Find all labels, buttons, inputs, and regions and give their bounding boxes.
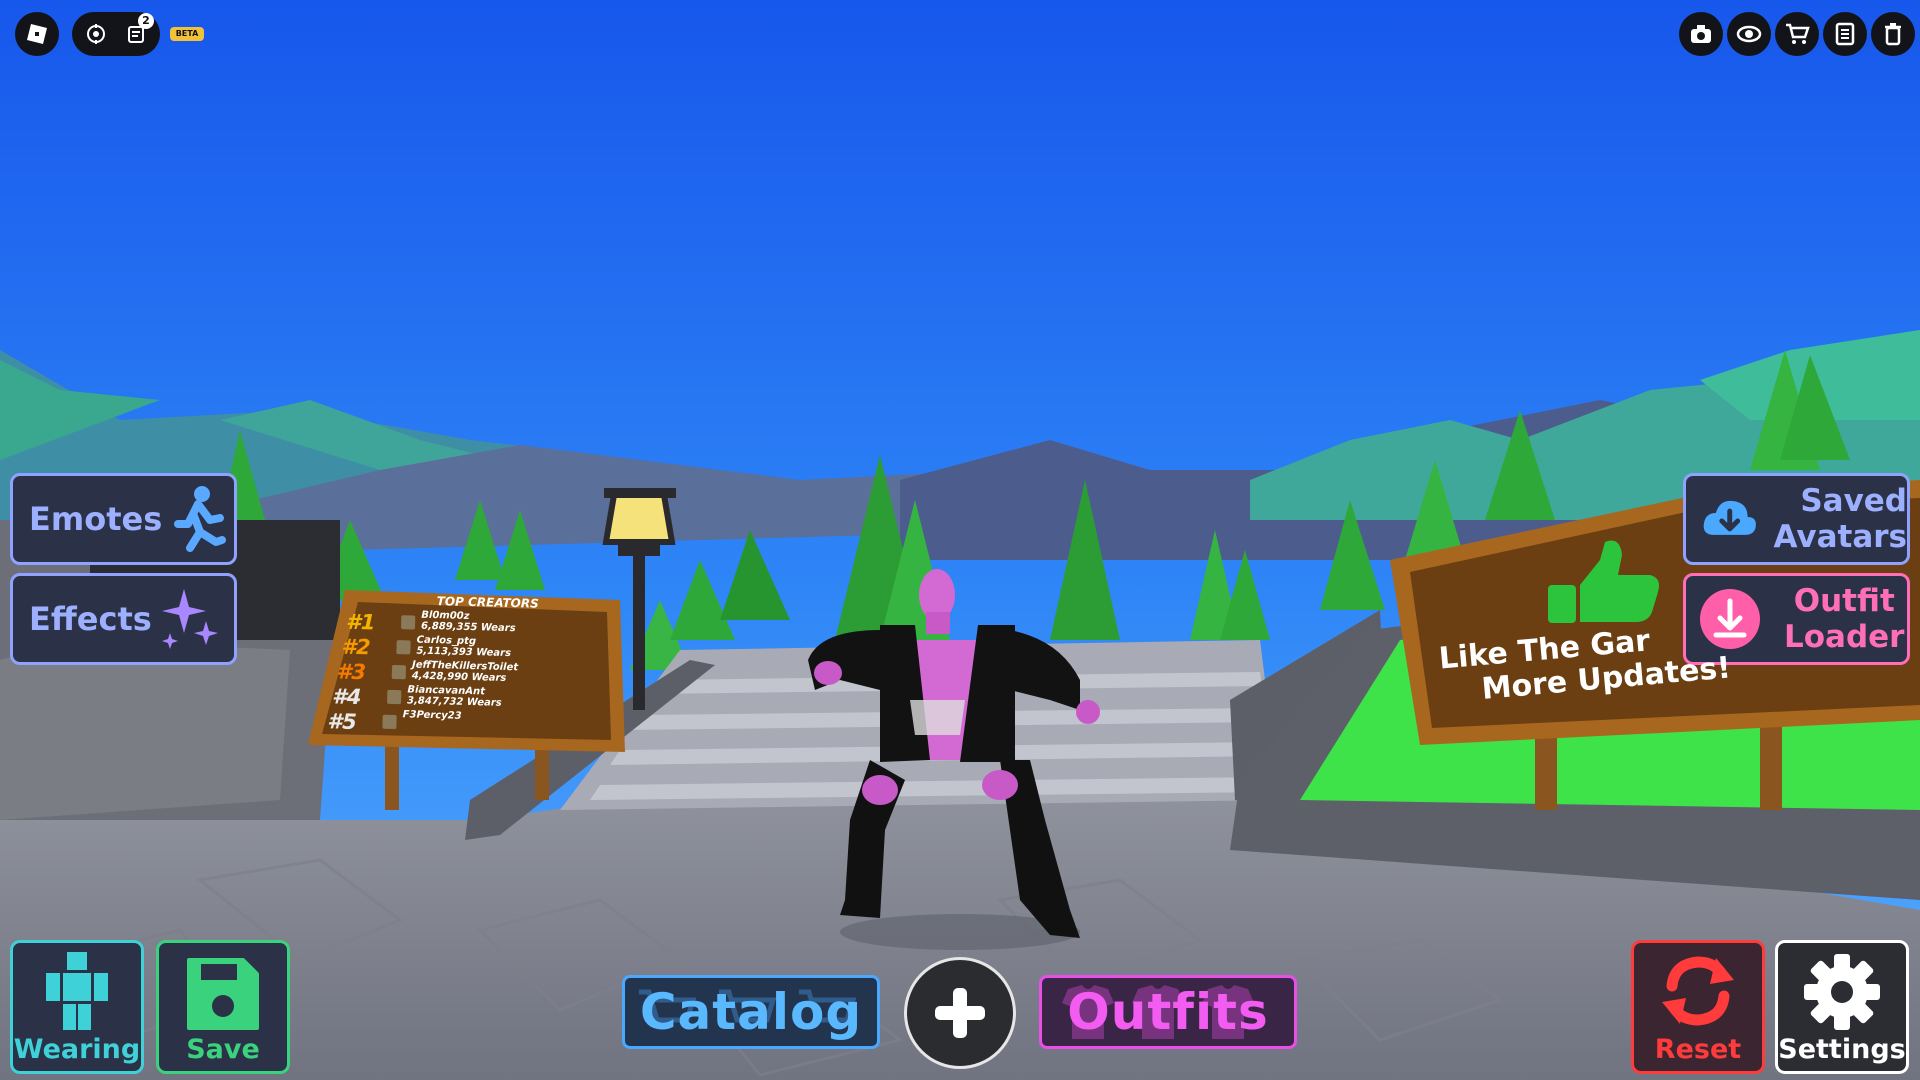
outfit-loader-label-line2: Loader: [1784, 619, 1905, 655]
leaderboard-avatar: [396, 640, 411, 655]
leaderboard-wears: 6,889,355 Wears: [420, 620, 516, 635]
notification-count-badge: 2: [138, 13, 154, 29]
roblox-logo-icon: [27, 24, 47, 44]
leaderboard-rank: #2: [341, 634, 372, 660]
leaderboard-wears: 4,428,990 Wears: [411, 670, 507, 684]
refresh-icon: [1662, 956, 1734, 1026]
cloud-download-icon: [1703, 500, 1756, 535]
leaderboard-name: F3Percy23: [402, 709, 462, 722]
delete-button[interactable]: [1871, 12, 1915, 56]
leaderboard-avatar: [387, 689, 402, 705]
roblox-menu-button[interactable]: [15, 12, 59, 56]
avatar-body-icon: [46, 952, 108, 1030]
topbar-group: 2: [72, 12, 160, 56]
leaderboard-rank: #1: [345, 609, 376, 635]
add-button[interactable]: [904, 957, 1016, 1069]
eye-icon: [1736, 25, 1762, 43]
save-label: Save: [186, 1034, 260, 1065]
reset-button[interactable]: Reset: [1631, 940, 1765, 1074]
leaderboard-avatar: [382, 714, 397, 730]
list-button[interactable]: [1823, 12, 1867, 56]
saved-avatars-label-line1: Saved: [1800, 483, 1907, 519]
view-button[interactable]: [1727, 12, 1771, 56]
gear-icon: [1804, 954, 1880, 1030]
leaderboard-wears: 5,113,393 Wears: [416, 645, 512, 660]
leaderboard-rank: #3: [336, 659, 367, 685]
outfit-loader-label-line1: Outfit: [1793, 583, 1895, 619]
leaderboard: TOP CREATORS #1 Bl0m00z 6,889,355 Wears #2 C…: [323, 591, 617, 744]
leaderboard-wears: 3,847,732 Wears: [406, 695, 502, 709]
game-scene: [0, 0, 1920, 1080]
chat-icon[interactable]: [76, 23, 116, 45]
saved-avatars-button[interactable]: Saved Avatars: [1683, 473, 1910, 565]
running-person-icon: [174, 486, 227, 552]
outfits-label: Outfits: [1067, 983, 1269, 1041]
effects-label: Effects: [29, 600, 152, 638]
leaderboard-avatar: [391, 664, 407, 680]
plus-icon: [935, 988, 985, 1038]
notifications-icon[interactable]: 2: [116, 13, 156, 45]
saved-avatars-label-line2: Avatars: [1773, 519, 1908, 555]
floppy-disk-icon: [187, 958, 259, 1030]
emotes-button[interactable]: Emotes: [10, 473, 237, 565]
camera-icon: [1691, 25, 1711, 43]
leaderboard-rank: #5: [327, 709, 358, 735]
leaderboard-rank: #4: [331, 684, 362, 710]
cart-icon: [1786, 23, 1810, 44]
settings-button[interactable]: Settings: [1775, 940, 1909, 1074]
settings-label: Settings: [1778, 1034, 1906, 1065]
list-icon: [1835, 22, 1855, 46]
beta-badge: BETA: [170, 27, 204, 41]
save-button[interactable]: Save: [156, 940, 290, 1074]
effects-button[interactable]: Effects: [10, 573, 237, 665]
emotes-label: Emotes: [29, 500, 163, 538]
catalog-label: Catalog: [639, 983, 863, 1041]
leaderboard-avatar: [400, 615, 416, 630]
camera-button[interactable]: [1679, 12, 1723, 56]
wearing-label: Wearing: [13, 1034, 141, 1065]
catalog-button[interactable]: Catalog: [622, 975, 880, 1049]
reset-label: Reset: [1654, 1034, 1742, 1065]
leaderboard-title: TOP CREATORS: [436, 594, 539, 611]
trash-icon: [1885, 23, 1901, 46]
wearing-button[interactable]: Wearing: [10, 940, 144, 1074]
outfits-button[interactable]: Outfits: [1039, 975, 1297, 1049]
sparkles-icon: [161, 589, 218, 649]
shop-button[interactable]: [1775, 12, 1819, 56]
